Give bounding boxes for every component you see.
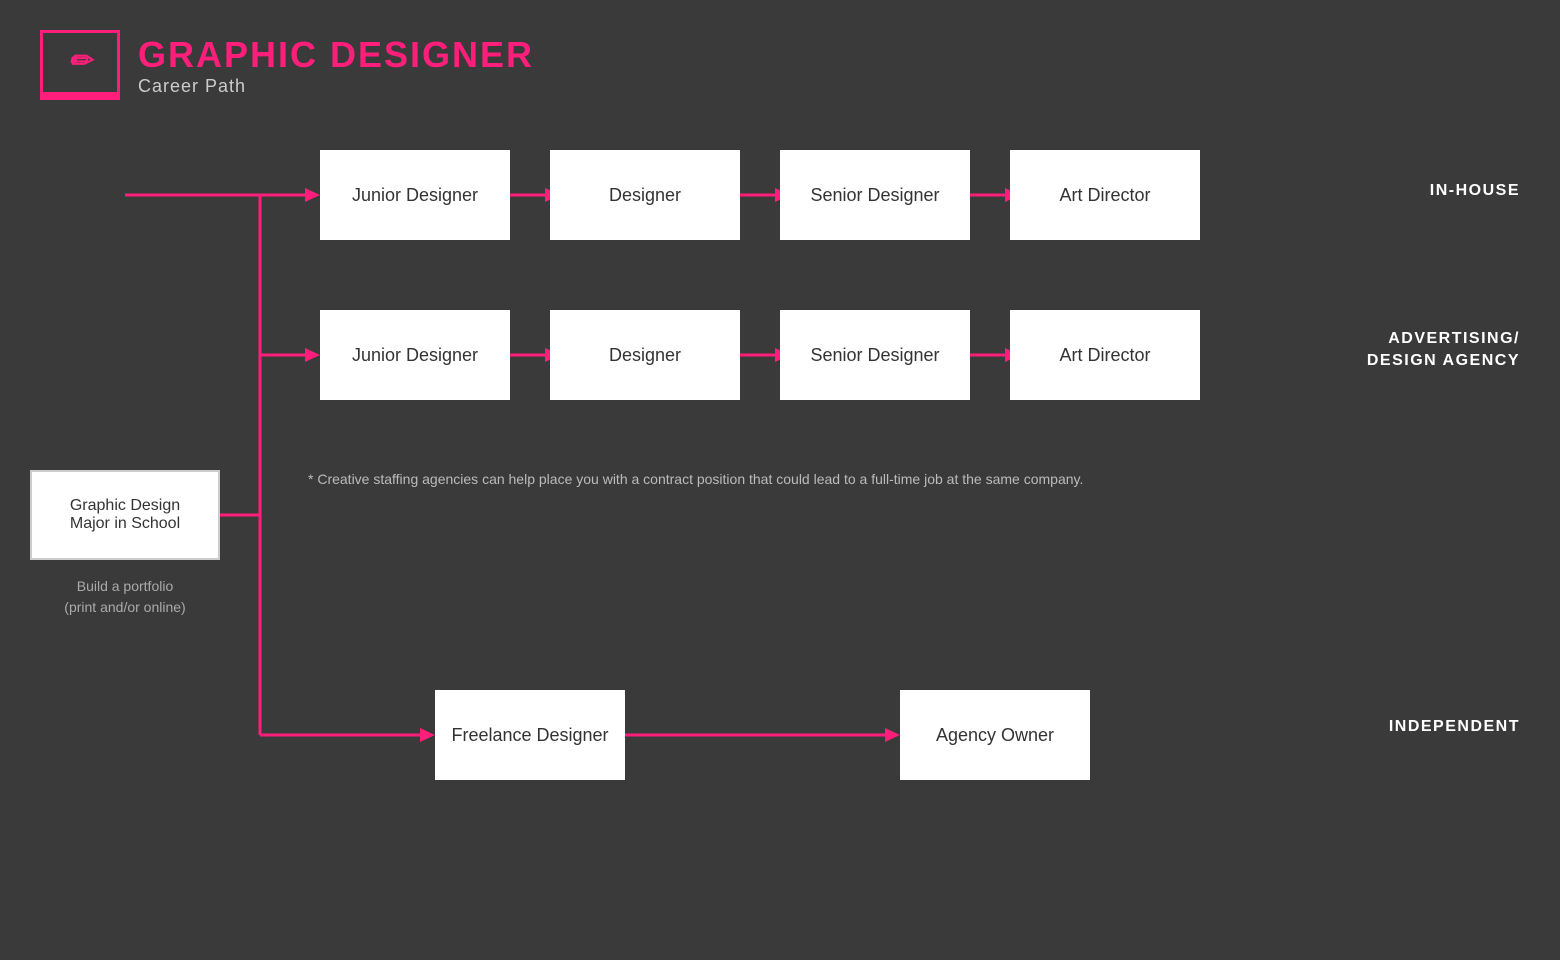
header: ✏ GRAPHIC DESIGNER Career Path [0, 0, 1560, 130]
inhouse-artdir: Art Director [1010, 150, 1200, 240]
inhouse-junior: Junior Designer [320, 150, 510, 240]
arrows-svg [0, 140, 1560, 960]
indie-freelance: Freelance Designer [435, 690, 625, 780]
start-node: Graphic Design Major in School Build a p… [30, 470, 220, 618]
indie-agencyowner: Agency Owner [900, 690, 1090, 780]
agency-designer: Designer [550, 310, 740, 400]
inhouse-designer: Designer [550, 150, 740, 240]
logo-icon: ✏ [68, 47, 91, 75]
start-label: Graphic Design Major in School [70, 497, 180, 533]
page-title: GRAPHIC DESIGNER [138, 34, 534, 76]
inhouse-label: IN-HOUSE [1430, 182, 1520, 200]
independent-label: INDEPENDENT [1389, 718, 1520, 736]
diagram: Graphic Design Major in School Build a p… [0, 140, 1560, 960]
page-subtitle: Career Path [138, 76, 534, 97]
inhouse-senior: Senior Designer [780, 150, 970, 240]
agency-senior: Senior Designer [780, 310, 970, 400]
start-note: Build a portfolio (print and/or online) [30, 576, 220, 618]
agency-label: ADVERTISING/DESIGN AGENCY [1367, 328, 1520, 373]
agency-artdir: Art Director [1010, 310, 1200, 400]
header-text: GRAPHIC DESIGNER Career Path [138, 34, 534, 97]
note-text: * Creative staffing agencies can help pl… [308, 468, 1380, 490]
agency-junior: Junior Designer [320, 310, 510, 400]
start-box: Graphic Design Major in School [30, 470, 220, 560]
logo-box: ✏ [40, 30, 120, 100]
